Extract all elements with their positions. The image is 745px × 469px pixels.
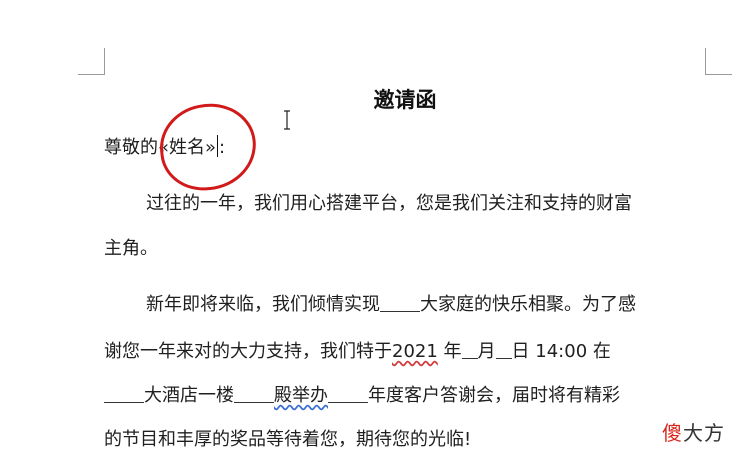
p2-l2-text-a: 谢您一年来对的大力支持，我们特于	[104, 341, 392, 362]
watermark-part-2: 大方	[683, 421, 725, 445]
p2-l3-text-b: 殿举办	[274, 385, 328, 406]
ibeam-cursor-icon	[284, 110, 290, 130]
p2-l2-text-c: 月	[477, 341, 496, 362]
p2-l2-text-d: 日 14:00 在	[511, 341, 611, 362]
paragraph-1-line-2[interactable]: 主角。	[104, 234, 158, 260]
p2-l1-text-b: 大家庭的快乐相聚。为了感	[420, 294, 636, 315]
paragraph-1-line-1[interactable]: 过往的一年，我们用心搭建平台，您是我们关注和支持的财富	[146, 189, 632, 215]
p2-l2-text-b: 年	[437, 341, 462, 362]
document-page[interactable]: 邀请函 尊敬的«姓名»: 过往的一年，我们用心搭建平台，您是我们关注和支持的财富…	[0, 0, 745, 469]
margin-corner-top-left	[78, 48, 105, 75]
paragraph-2-line-2[interactable]: 谢您一年来对的大力支持，我们特于2021 年月日 14:00 在	[104, 337, 611, 363]
blank-month[interactable]	[461, 340, 478, 359]
blank-year[interactable]	[328, 384, 368, 403]
p2-l3-text-c: 年度客户答谢会，届时将有精彩	[368, 385, 620, 406]
document-title[interactable]: 邀请函	[0, 84, 745, 114]
blank-day[interactable]	[495, 340, 512, 359]
year-text: 2021	[392, 341, 438, 362]
paragraph-2-line-3[interactable]: 大酒店一楼 殿举办 年度客户答谢会，届时将有精彩	[104, 381, 620, 407]
watermark: 傻大方	[662, 417, 725, 446]
blank-company[interactable]	[380, 293, 420, 312]
watermark-part-1: 傻	[662, 421, 683, 445]
blank-hall[interactable]	[234, 384, 274, 403]
p2-l3-text-a: 大酒店一楼	[144, 385, 234, 406]
paragraph-2-line-4[interactable]: 的节目和丰厚的奖品等待着您，期待您的光临!	[104, 425, 471, 451]
margin-corner-top-right	[705, 48, 732, 75]
paragraph-2-line-1[interactable]: 新年即将来临，我们倾情实现 大家庭的快乐相聚。为了感	[146, 290, 636, 316]
blank-hotel[interactable]	[104, 384, 144, 403]
greeting-prefix: 尊敬的	[104, 137, 158, 158]
p2-l1-text-a: 新年即将来临，我们倾情实现	[146, 294, 380, 315]
